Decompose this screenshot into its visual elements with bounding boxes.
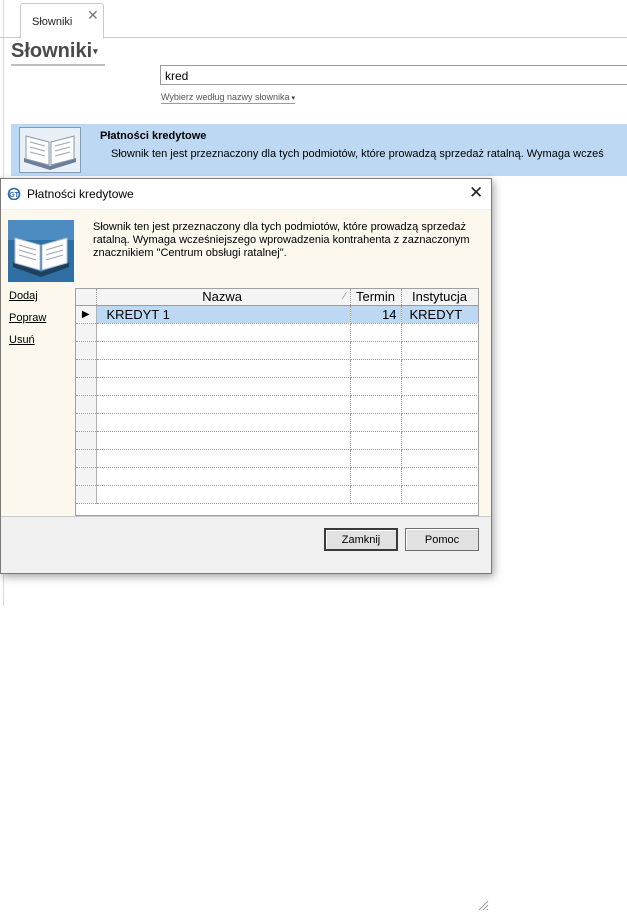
grid-cell bbox=[96, 341, 351, 360]
page-title-text: Słowniki bbox=[11, 40, 93, 62]
cell-term: 14 bbox=[350, 305, 402, 324]
grid-cell bbox=[401, 467, 478, 486]
table-row[interactable] bbox=[76, 377, 478, 396]
table-row[interactable] bbox=[76, 323, 478, 342]
search-input[interactable] bbox=[160, 65, 627, 85]
row-indicator bbox=[76, 431, 97, 450]
grid-cell bbox=[350, 359, 402, 378]
grid-cell bbox=[350, 431, 402, 450]
cell-institution: KREDYT bbox=[401, 305, 478, 324]
row-indicator bbox=[76, 413, 97, 432]
row-indicator bbox=[76, 395, 97, 414]
grid-cell bbox=[96, 413, 351, 432]
grid-cell bbox=[350, 395, 402, 414]
grid-body: ▶ KREDYT 1 14 KREDYT bbox=[76, 305, 478, 504]
chevron-down-icon: ▾ bbox=[291, 95, 295, 102]
grid-cell bbox=[350, 341, 402, 360]
row-indicator bbox=[76, 467, 97, 486]
gt-app-icon: GT bbox=[7, 187, 21, 201]
close-button[interactable]: Zamknij bbox=[324, 528, 398, 551]
tab-slowniki[interactable]: Słowniki ✕ bbox=[20, 3, 104, 39]
search-result-item[interactable]: Płatności kredytowe Słownik ten jest prz… bbox=[11, 124, 627, 176]
grid-cell bbox=[350, 485, 402, 504]
dialog-title: Płatności kredytowe bbox=[27, 187, 134, 201]
dialog-footer: Zamknij Pomoc bbox=[1, 518, 491, 911]
grid-cell bbox=[96, 485, 351, 504]
close-tab-icon[interactable]: ✕ bbox=[87, 8, 99, 22]
grid-cell bbox=[350, 323, 402, 342]
column-header-nazwa[interactable]: Nazwa ⁄ bbox=[96, 289, 351, 306]
help-button[interactable]: Pomoc bbox=[405, 528, 479, 551]
grid-cell bbox=[96, 395, 351, 414]
grid-cell bbox=[96, 377, 351, 396]
result-description: Słownik ten jest przeznaczony dla tych p… bbox=[111, 148, 604, 160]
grid-header-indicator bbox=[76, 289, 97, 306]
grid-cell bbox=[401, 359, 478, 378]
row-indicator bbox=[76, 341, 97, 360]
row-indicator bbox=[76, 449, 97, 468]
table-row[interactable] bbox=[76, 341, 478, 360]
tab-bar: Słowniki ✕ bbox=[0, 0, 627, 39]
row-indicator bbox=[76, 377, 97, 396]
table-row[interactable] bbox=[76, 485, 478, 504]
grid-cell bbox=[401, 377, 478, 396]
table-row[interactable] bbox=[76, 395, 478, 414]
page-title[interactable]: Słowniki▾ bbox=[11, 40, 105, 66]
column-header-label: Nazwa bbox=[202, 289, 243, 305]
grid-cell bbox=[96, 359, 351, 378]
table-row[interactable] bbox=[76, 467, 478, 486]
cell-name: KREDYT 1 bbox=[96, 305, 351, 324]
dialog-titlebar[interactable]: GT Płatności kredytowe ✕ bbox=[1, 179, 491, 209]
tab-label: Słowniki bbox=[32, 16, 73, 28]
grid-cell bbox=[401, 449, 478, 468]
column-header-termin[interactable]: Termin bbox=[350, 289, 402, 306]
edit-link[interactable]: Popraw bbox=[9, 312, 46, 324]
grid-cell bbox=[96, 467, 351, 486]
grid-cell bbox=[350, 413, 402, 432]
table-row[interactable]: ▶ KREDYT 1 14 KREDYT bbox=[76, 305, 478, 324]
grid-cell bbox=[96, 449, 351, 468]
row-pointer-icon: ▶ bbox=[76, 305, 97, 324]
search-mode-dropdown[interactable]: Wybierz według nazwy słownika ▾ bbox=[161, 92, 295, 104]
grid-header: Nazwa ⁄ Termin Instytucja bbox=[76, 289, 478, 306]
table-row[interactable] bbox=[76, 413, 478, 432]
table-row[interactable] bbox=[76, 449, 478, 468]
grid-cell bbox=[350, 467, 402, 486]
grid-cell bbox=[401, 413, 478, 432]
dictionary-dialog: GT Płatności kredytowe ✕ Słownik ten jes… bbox=[0, 178, 492, 911]
table-row[interactable] bbox=[76, 359, 478, 378]
row-indicator bbox=[76, 485, 97, 504]
row-indicator bbox=[76, 323, 97, 342]
grid-cell bbox=[350, 449, 402, 468]
grid-cell bbox=[96, 323, 351, 342]
grid-cell bbox=[96, 431, 351, 450]
sort-icon: ⁄ bbox=[343, 291, 346, 303]
close-icon[interactable]: ✕ bbox=[469, 184, 483, 201]
resize-grip-icon[interactable] bbox=[477, 899, 489, 911]
dictionary-book-icon bbox=[8, 220, 74, 282]
table-row[interactable] bbox=[76, 431, 478, 450]
delete-link[interactable]: Usuń bbox=[9, 334, 35, 346]
grid-cell bbox=[401, 485, 478, 504]
row-indicator bbox=[76, 359, 97, 378]
dictionary-book-icon bbox=[19, 127, 81, 173]
svg-text:GT: GT bbox=[9, 192, 19, 199]
grid-cell bbox=[401, 431, 478, 450]
search-mode-label: Wybierz według nazwy słownika bbox=[161, 92, 290, 102]
chevron-down-icon: ▾ bbox=[93, 46, 98, 57]
dialog-body: Słownik ten jest przeznaczony dla tych p… bbox=[1, 210, 491, 517]
dialog-description: Słownik ten jest przeznaczony dla tych p… bbox=[93, 221, 470, 259]
column-header-instytucja[interactable]: Instytucja bbox=[401, 289, 478, 306]
grid-cell bbox=[350, 377, 402, 396]
grid-cell bbox=[401, 341, 478, 360]
dictionary-grid: Nazwa ⁄ Termin Instytucja ▶ KREDYT 1 14 … bbox=[75, 288, 479, 516]
result-title: Płatności kredytowe bbox=[100, 130, 207, 142]
add-link[interactable]: Dodaj bbox=[9, 290, 38, 302]
grid-cell bbox=[401, 323, 478, 342]
grid-cell bbox=[401, 395, 478, 414]
